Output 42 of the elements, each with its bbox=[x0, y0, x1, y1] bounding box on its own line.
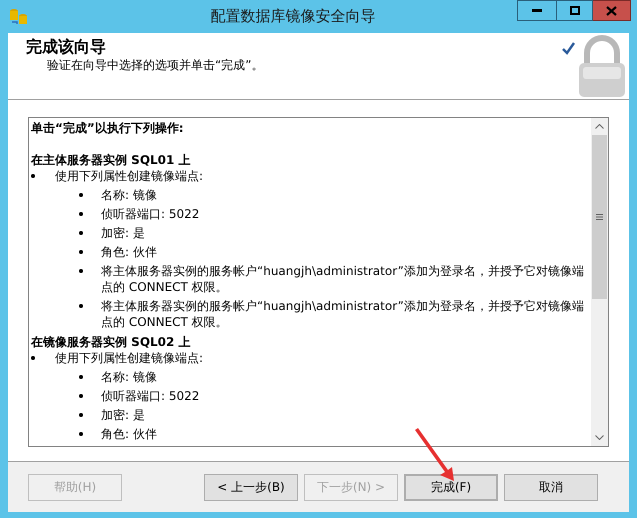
bullet-icon bbox=[79, 212, 83, 216]
list-item: 名称: 镜像 bbox=[101, 187, 158, 203]
list-item: 将主体服务器实例的服务帐户“huangjh\administrator”添加为登录名，并授予它对镜像端点的 CONNECT 权限。 bbox=[101, 263, 585, 295]
list-item: 角色: 伙伴 bbox=[101, 244, 158, 260]
bullet-icon bbox=[79, 269, 83, 273]
bullet-icon bbox=[79, 193, 83, 197]
section-heading: 在镜像服务器实例 SQL02 上 bbox=[31, 334, 192, 350]
list-item: 加密: 是 bbox=[101, 225, 146, 241]
list-item: 使用下列属性创建镜像端点: bbox=[55, 168, 204, 184]
annotation-arrow bbox=[412, 428, 456, 482]
bullet-icon bbox=[79, 304, 83, 308]
close-button[interactable] bbox=[593, 0, 631, 21]
section-heading: 在主体服务器实例 SQL01 上 bbox=[31, 152, 192, 168]
scroll-down-icon[interactable] bbox=[595, 435, 604, 440]
bullet-icon bbox=[79, 413, 83, 417]
list-item: 使用下列属性创建镜像端点: bbox=[55, 350, 204, 366]
list-item: 将主体服务器实例的服务帐户“huangjh\administrator”添加为登录名，并授予它对镜像端点的 CONNECT 权限。 bbox=[101, 298, 585, 330]
list-item: 角色: 伙伴 bbox=[101, 426, 158, 442]
scroll-thumb[interactable] bbox=[592, 135, 607, 299]
bullet-icon bbox=[79, 394, 83, 398]
scroll-up-icon[interactable] bbox=[595, 124, 604, 129]
bullet-icon bbox=[79, 375, 83, 379]
page-heading: 完成该向导 bbox=[26, 37, 107, 57]
page-subtitle: 验证在向导中选择的选项并单击“完成”。 bbox=[46, 57, 264, 73]
summary-intro: 单击“完成”以执行下列操作: bbox=[31, 120, 185, 136]
database-icon bbox=[9, 8, 29, 26]
bullet-icon bbox=[31, 356, 35, 360]
bullet-icon bbox=[31, 174, 35, 178]
list-item: 侦听器端口: 5022 bbox=[101, 388, 200, 404]
list-item: 侦听器端口: 5022 bbox=[101, 206, 200, 222]
minimize-button[interactable] bbox=[517, 0, 557, 21]
bullet-icon bbox=[79, 432, 83, 436]
wizard-button[interactable]: 完成(F) bbox=[404, 474, 498, 500]
scrollbar[interactable] bbox=[591, 118, 608, 446]
list-item: 名称: 镜像 bbox=[101, 369, 158, 385]
wizard-button[interactable]: 取消 bbox=[504, 474, 598, 500]
bullet-icon bbox=[79, 231, 83, 235]
close-icon bbox=[606, 6, 617, 16]
window-title: 配置数据库镜像安全向导 bbox=[210, 6, 376, 28]
wizard-button[interactable]: < 上一步(B) bbox=[204, 474, 298, 500]
list-item: 加密: 是 bbox=[101, 407, 146, 423]
bullet-icon bbox=[79, 250, 83, 254]
